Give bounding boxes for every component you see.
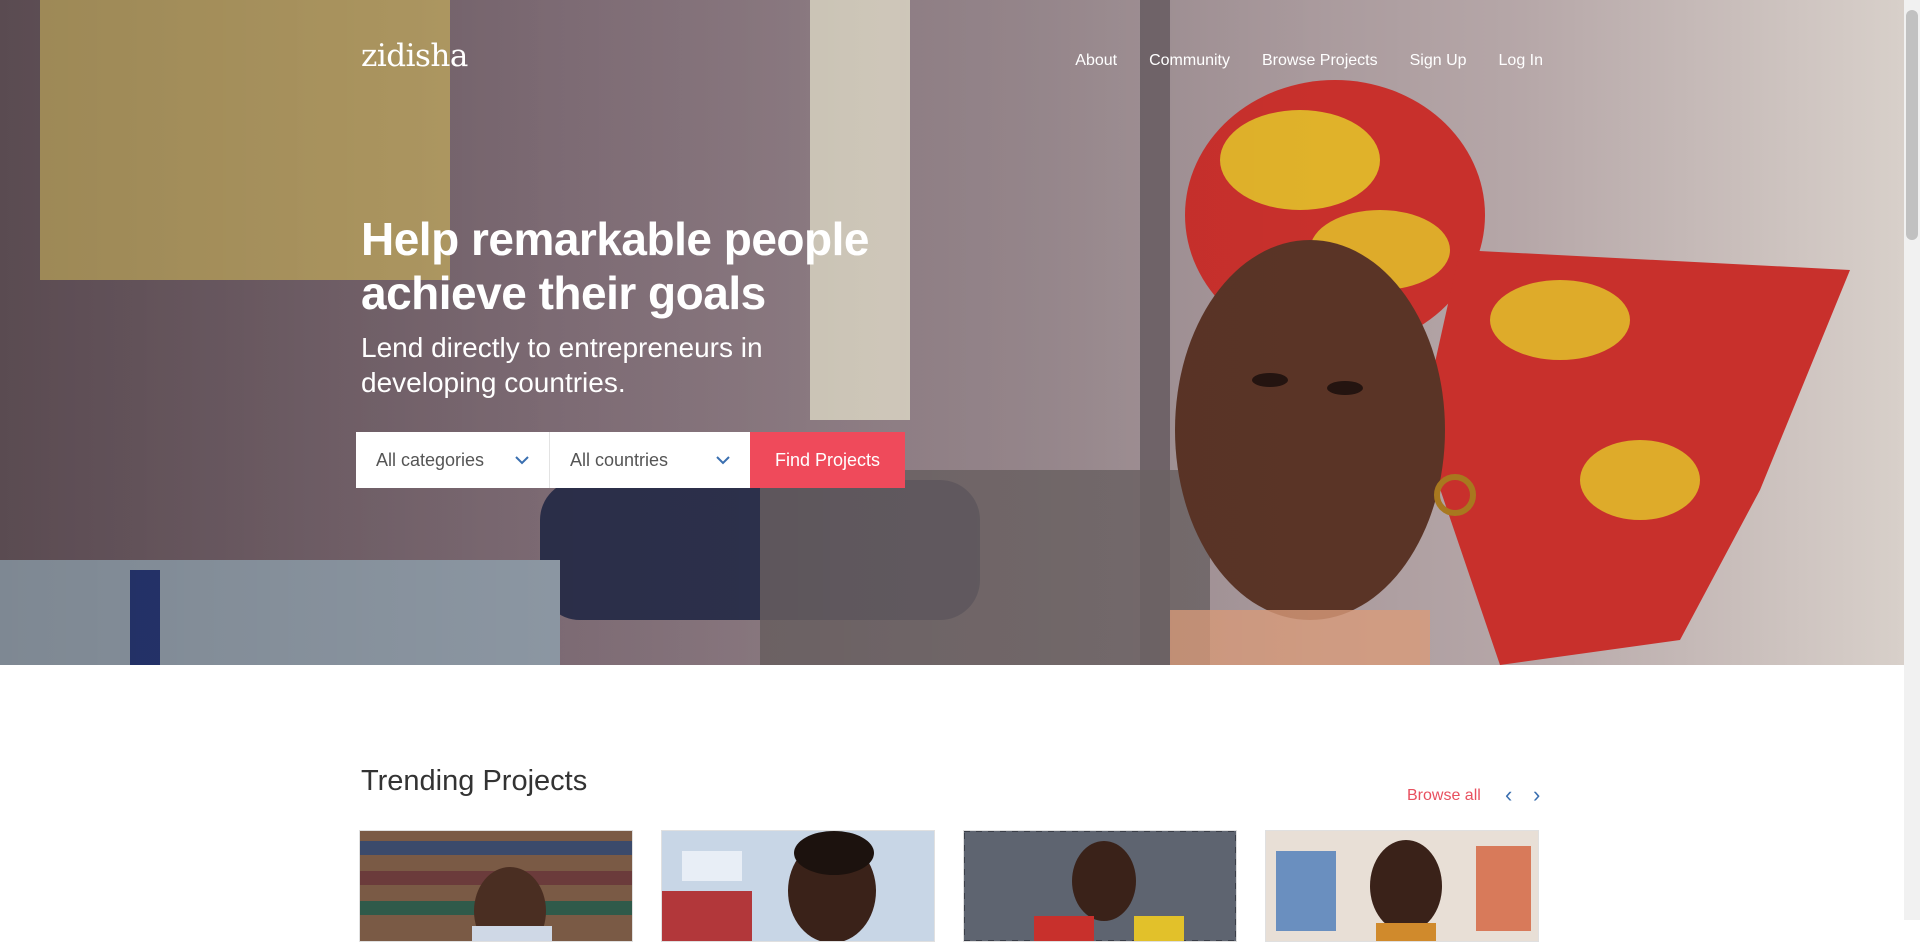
nav-browse-projects-link[interactable]: Browse Projects xyxy=(1262,52,1378,70)
hero-subtitle: Lend directly to entrepreneurs in develo… xyxy=(361,332,763,398)
nav-log-in-link[interactable]: Log In xyxy=(1499,52,1543,70)
trending-projects-heading: Trending Projects xyxy=(361,765,588,797)
page-scrollbar[interactable] xyxy=(1904,0,1920,920)
project-card[interactable] xyxy=(963,830,1237,942)
category-select[interactable]: All categories xyxy=(356,432,550,488)
hero-title: Help remarkable people achieve their goa… xyxy=(361,213,869,319)
country-select-value: All countries xyxy=(570,449,669,470)
hero-section: zidisha About Community Browse Projects … xyxy=(0,0,1904,665)
nav-community-link[interactable]: Community xyxy=(1149,52,1230,70)
browse-all-link[interactable]: Browse all xyxy=(1407,787,1481,805)
category-select-value: All categories xyxy=(376,449,485,470)
project-photo xyxy=(662,831,934,941)
project-card[interactable] xyxy=(661,830,935,942)
country-select[interactable]: All countries xyxy=(550,432,750,488)
chevron-down-icon xyxy=(515,455,529,464)
zidisha-logo[interactable]: zidisha xyxy=(361,38,468,74)
project-photo xyxy=(1266,831,1538,941)
find-projects-button[interactable]: Find Projects xyxy=(750,432,905,488)
project-photo xyxy=(360,831,632,941)
trending-projects-carousel xyxy=(359,830,1539,942)
chevron-right-icon[interactable]: › xyxy=(1533,784,1540,806)
hero-overlay xyxy=(0,0,1904,665)
chevron-left-icon[interactable]: ‹ xyxy=(1505,784,1512,806)
project-search-bar: All categories All countries Find Projec… xyxy=(356,432,905,488)
nav-sign-up-link[interactable]: Sign Up xyxy=(1410,52,1467,70)
project-photo xyxy=(964,831,1236,941)
scrollbar-thumb[interactable] xyxy=(1906,10,1918,240)
project-card[interactable] xyxy=(359,830,633,942)
chevron-down-icon xyxy=(716,455,730,464)
nav-about-link[interactable]: About xyxy=(1075,52,1117,70)
main-nav: About Community Browse Projects Sign Up … xyxy=(1075,52,1543,70)
project-card[interactable] xyxy=(1265,830,1539,942)
